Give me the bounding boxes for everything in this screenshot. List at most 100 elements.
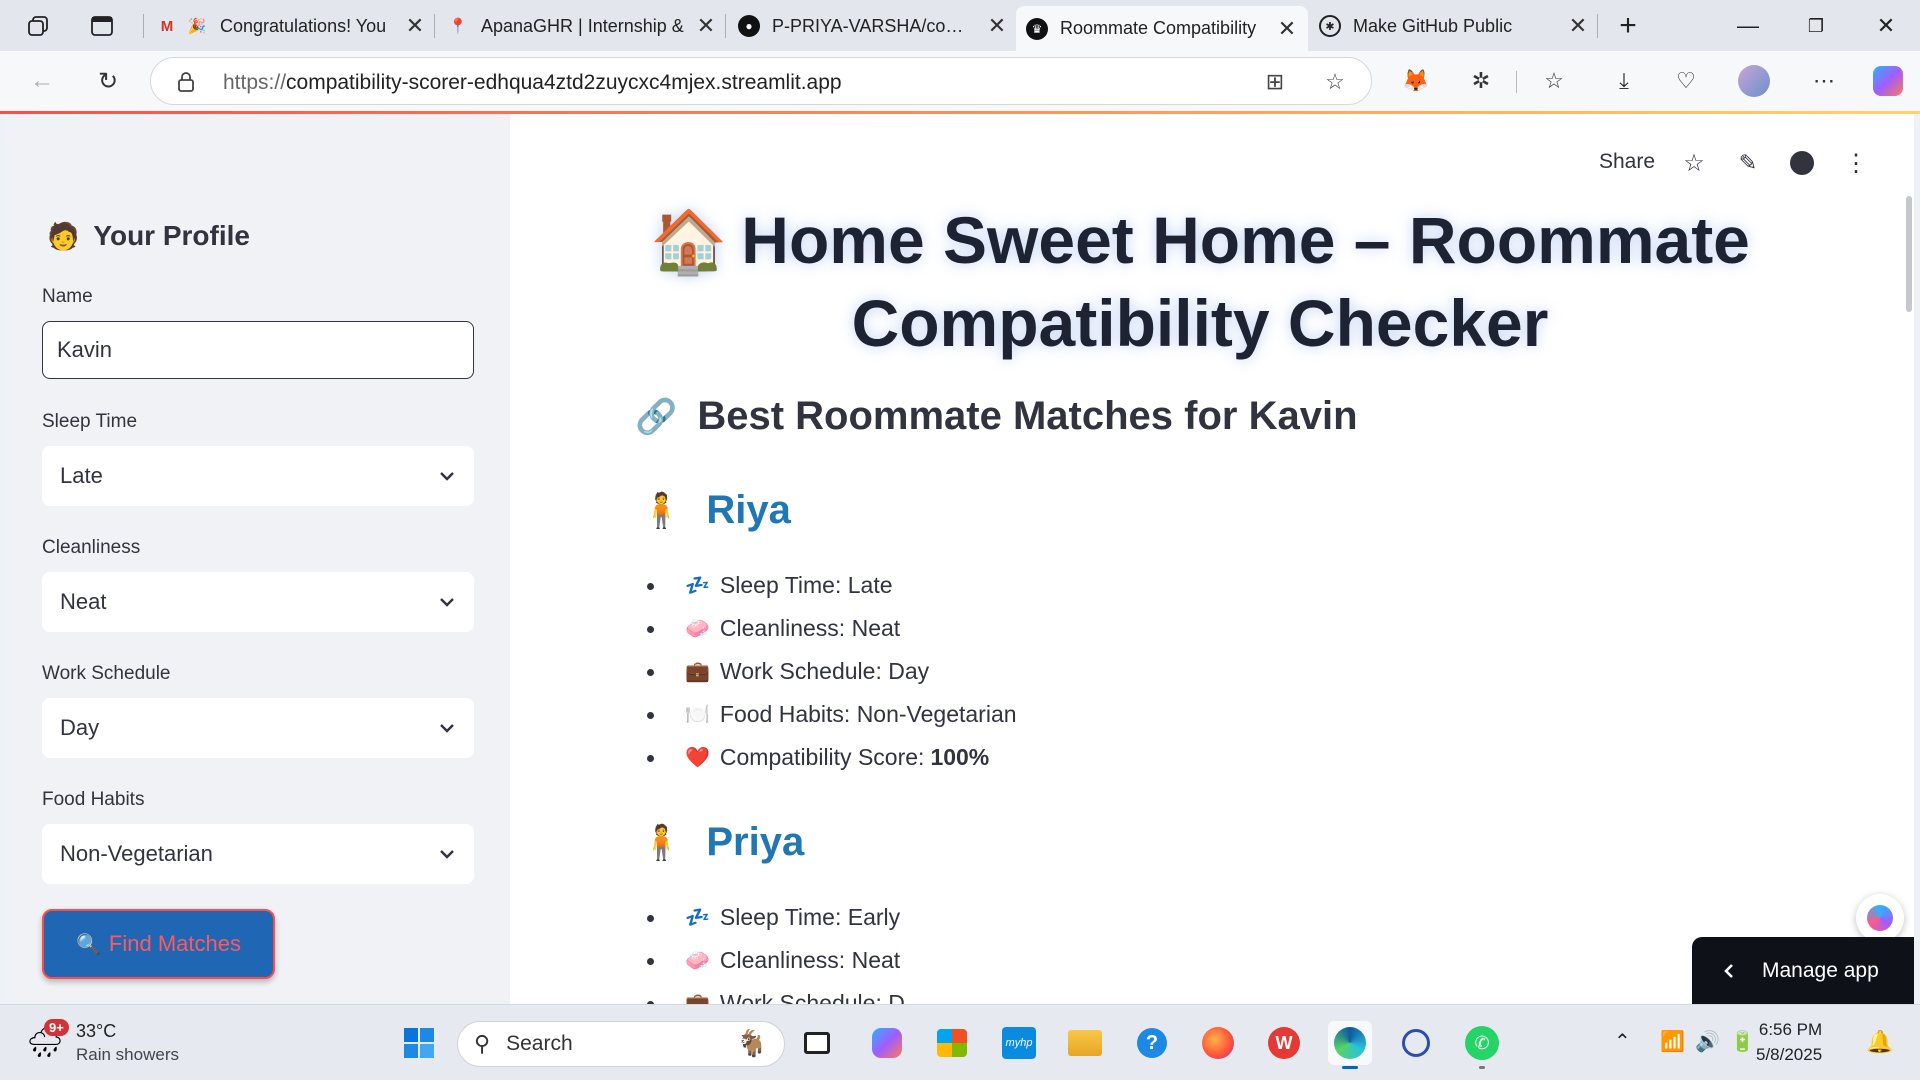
copilot-float-icon[interactable] <box>1856 894 1904 942</box>
tab-separator <box>725 14 726 38</box>
find-matches-button[interactable]: 🔍 Find Matches <box>42 909 275 979</box>
tab-title: Roommate Compatibility <box>1060 18 1257 38</box>
help-icon[interactable]: ? <box>1130 1021 1174 1065</box>
workspaces-icon[interactable] <box>22 10 54 42</box>
github-icon[interactable] <box>1786 147 1818 179</box>
minimize-icon[interactable]: — <box>1720 6 1776 46</box>
microsoft-store-icon[interactable] <box>930 1021 974 1065</box>
list-item-text: Sleep Time: Late <box>719 572 893 598</box>
extensions-icon[interactable]: ✲ <box>1463 63 1499 99</box>
vpn-app-icon[interactable] <box>1394 1021 1438 1065</box>
sleep-time-select[interactable]: Late <box>42 446 474 506</box>
close-tab-icon[interactable]: ✕ <box>695 13 717 39</box>
list-item: 🧼 Cleanliness: Neat <box>635 607 1017 650</box>
chevron-down-icon <box>440 598 454 607</box>
search-icon: ⚲ <box>474 1031 491 1056</box>
briefcase-icon: 💼 <box>685 661 710 683</box>
edge-browser-icon[interactable] <box>1328 1021 1372 1069</box>
refresh-icon[interactable]: ↻ <box>88 63 128 99</box>
favorite-star-icon[interactable]: ☆ <box>1321 68 1349 96</box>
sleep-zzz-icon: 💤 <box>685 907 710 929</box>
page-scrollbar[interactable] <box>1906 196 1912 312</box>
search-placeholder: Search <box>506 1032 573 1055</box>
restore-icon[interactable]: ❐ <box>1788 6 1844 46</box>
tab-title: Congratulations! You <box>220 15 387 36</box>
food-habits-select[interactable]: Non-Vegetarian <box>42 824 474 884</box>
show-hidden-icons-icon[interactable]: ⌃ <box>1614 1029 1631 1054</box>
start-windows-icon[interactable] <box>397 1021 441 1065</box>
link-icon: 🔗 <box>635 397 678 436</box>
tab-separator <box>434 14 435 38</box>
more-options-icon[interactable]: ⋯ <box>1806 63 1842 99</box>
close-tab-icon[interactable]: ✕ <box>1276 16 1298 42</box>
food-habits-label: Food Habits <box>42 789 145 810</box>
work-schedule-select[interactable]: Day <box>42 698 474 758</box>
magnifier-icon: 🔍 <box>76 933 101 956</box>
address-bar[interactable]: https://compatibility-scorer-edhqua4ztd2… <box>150 57 1372 105</box>
browser-toolbar: ← ↻ https://compatibility-scorer-edhqua4… <box>0 51 1920 111</box>
sidebar-title: 🧑 Your Profile <box>47 220 250 252</box>
firefox-icon[interactable] <box>1196 1021 1240 1065</box>
close-tab-icon[interactable]: ✕ <box>1567 13 1589 39</box>
app-available-icon[interactable]: ⊞ <box>1261 68 1289 96</box>
taskbar-search[interactable]: ⚲ Search 🐐 <box>457 1021 785 1067</box>
favorites-icon[interactable]: ☆ <box>1536 63 1572 99</box>
weather-widget[interactable]: 🌧 9+ 33°C Rain showers <box>26 1019 236 1069</box>
tab-title: P-PRIYA-VARSHA/compa <box>772 15 976 36</box>
profile-avatar-icon[interactable] <box>1736 63 1772 99</box>
clock[interactable]: 6:56 PM 5/8/2025 <box>1756 1017 1822 1067</box>
github-icon: ● <box>738 15 760 37</box>
location-pin-icon: 📍 <box>448 18 468 35</box>
close-window-icon[interactable]: ✕ <box>1858 6 1914 46</box>
main-menu-icon[interactable]: ⋮ <box>1840 147 1872 179</box>
share-button[interactable]: Share <box>1599 150 1655 174</box>
battery-icon[interactable]: 🔋 <box>1730 1029 1755 1054</box>
myhp-icon[interactable]: myhp <box>997 1021 1041 1065</box>
downloads-icon[interactable]: ⤓ <box>1606 63 1642 99</box>
tab-gmail[interactable]: M 🎉 Congratulations! You ✕ <box>146 6 436 46</box>
clock-date: 5/8/2025 <box>1756 1045 1823 1064</box>
url-text[interactable]: https://compatibility-scorer-edhqua4ztd2… <box>223 71 842 95</box>
tab-apanaghr[interactable]: 📍 ApanaGHR | Internship & ✕ <box>437 6 727 46</box>
back-icon[interactable]: ← <box>22 63 62 99</box>
tab-roommate-compatibility[interactable]: ♛ Roommate Compatibility ✕ <box>1016 6 1308 51</box>
active-indicator <box>1342 1066 1358 1069</box>
wifi-icon[interactable]: 📶 <box>1660 1029 1685 1054</box>
wps-office-icon[interactable]: W <box>1262 1021 1306 1065</box>
close-tab-icon[interactable]: ✕ <box>986 13 1008 39</box>
tab-title: ApanaGHR | Internship & <box>481 15 684 36</box>
tab-title: Make GitHub Public <box>1353 15 1513 36</box>
list-item: 🧼 Cleanliness: Neat <box>635 939 905 982</box>
browser-essentials-icon[interactable]: ♡ <box>1668 63 1704 99</box>
volume-icon[interactable]: 🔊 <box>1695 1029 1720 1054</box>
person-icon: 🧑 <box>47 220 80 251</box>
metamask-fox-icon[interactable]: 🦊 <box>1398 63 1434 99</box>
list-item-text: Work Schedule: D <box>719 990 905 1004</box>
task-view-icon[interactable] <box>795 1021 839 1065</box>
tab-make-github-public[interactable]: ✱ Make GitHub Public ✕ <box>1309 6 1599 46</box>
new-tab-icon[interactable]: + <box>1612 9 1644 42</box>
chevron-down-icon <box>440 472 454 481</box>
cleanliness-select[interactable]: Neat <box>42 572 474 632</box>
house-icon: 🏠 <box>650 208 728 277</box>
tab-actions-icon[interactable] <box>86 10 118 42</box>
whatsapp-icon[interactable]: ✆ <box>1460 1021 1504 1069</box>
copilot-app-icon[interactable] <box>865 1021 909 1065</box>
match-details-list: 💤 Sleep Time: Late 🧼 Cleanliness: Neat 💼 Wo… <box>635 564 1017 779</box>
search-highlight-icon: 🐐 <box>735 1028 768 1058</box>
tab-github-repo[interactable]: ● P-PRIYA-VARSHA/compa ✕ <box>728 6 1018 46</box>
match-details-list: 💤 Sleep Time: Early 🧼 Cleanliness: Neat 💼 W… <box>635 896 905 1004</box>
plate-icon: 🍽️ <box>685 704 710 726</box>
copilot-icon[interactable] <box>1870 63 1906 99</box>
name-input[interactable]: Kavin <box>42 321 474 379</box>
file-explorer-icon[interactable] <box>1063 1021 1107 1065</box>
star-icon[interactable]: ☆ <box>1678 147 1710 179</box>
edit-pencil-icon[interactable]: ✎ <box>1732 147 1764 179</box>
gmail-icon: M <box>160 17 174 35</box>
notification-bell-icon[interactable]: 🔔 <box>1866 1029 1893 1055</box>
window-edge <box>1914 114 1920 1004</box>
manage-app-button[interactable]: Manage app <box>1692 937 1914 1004</box>
chevron-down-icon <box>440 724 454 733</box>
close-tab-icon[interactable]: ✕ <box>404 13 426 39</box>
list-item-text: Sleep Time: Early <box>719 904 901 930</box>
